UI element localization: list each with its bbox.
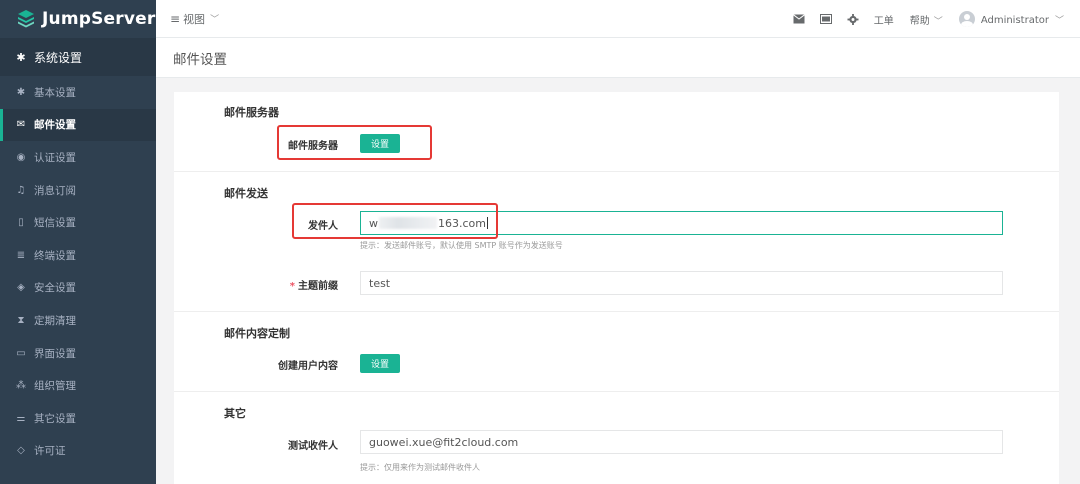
envelope-icon[interactable] [792,14,805,24]
chevron-down-icon: ﹀ [933,16,943,27]
sidebar-item-label: 终端设置 [34,249,76,262]
sidebar-item-label: 安全设置 [34,282,76,295]
section-title-mail-custom: 邮件内容定制 [224,327,290,340]
sidebar: JumpServer ✱ 系统设置 ✱ 基本设置 ✉ 邮件设置 ◉ 认证设置 ♫… [0,0,156,484]
sidebar-item-terminal[interactable]: ≣ 终端设置 [0,239,156,272]
sidebar-nav: ✱ 基本设置 ✉ 邮件设置 ◉ 认证设置 ♫ 消息订阅 ▯ 短信设置 ≣ 终端设… [0,76,156,467]
sidebar-item-basic[interactable]: ✱ 基本设置 [0,76,156,109]
section-title-other: 其它 [224,407,246,420]
sliders-icon: ⚌ [16,412,26,424]
test-recipient-value: guowei.xue@fit2cloud.com [369,435,519,449]
divider [174,311,1059,312]
sitemap-icon: ⁂ [16,380,26,392]
subject-prefix-label-text: 主题前缀 [298,281,338,292]
sidebar-item-other[interactable]: ⚌ 其它设置 [0,402,156,435]
tickets-link[interactable]: 工单 [874,12,894,27]
hourglass-icon: ⧗ [17,314,25,326]
envelope-icon: ✉ [16,119,26,131]
test-recipient-input[interactable]: guowei.xue@fit2cloud.com [360,430,1003,454]
sidebar-item-label: 定期清理 [34,314,76,327]
sidebar-section-system-settings[interactable]: ✱ 系统设置 [0,38,156,76]
sidebar-item-label: 其它设置 [34,412,76,425]
avatar[interactable] [958,11,975,27]
top-bar: ≡ 视图 ﹀ 工单 帮助 ﹀ Administrator ﹀ [156,0,1080,38]
sidebar-item-sms[interactable]: ▯ 短信设置 [0,206,156,239]
help-label: 帮助 [909,15,930,27]
chevron-down-icon: ﹀ [210,15,220,25]
sidebar-item-label: 短信设置 [34,217,76,230]
top-bar-actions: 工单 帮助 ﹀ Administrator ﹀ [792,0,1064,38]
terminal-icon: ≣ [16,249,26,261]
sidebar-item-organization[interactable]: ⁂ 组织管理 [0,369,156,402]
page-heading: 邮件设置 [156,38,1080,78]
subject-prefix-value: test [369,276,391,290]
sidebar-item-label: 界面设置 [34,347,76,360]
sidebar-item-interface[interactable]: ▭ 界面设置 [0,337,156,370]
annotation-box [277,125,432,160]
sidebar-item-label: 基本设置 [34,86,76,99]
required-mark: * [289,281,295,292]
annotation-box [292,203,498,239]
brand-name: JumpServer [42,9,156,29]
sidebar-item-auth[interactable]: ◉ 认证设置 [0,141,156,174]
terminal-icon[interactable] [819,14,832,24]
sidebar-item-label: 邮件设置 [34,119,76,132]
mobile-icon: ▯ [18,217,24,229]
section-title-mail-server: 邮件服务器 [224,106,279,119]
sidebar-item-label: 消息订阅 [34,184,76,197]
user-name-label: Administrator [980,14,1049,26]
laptop-icon: ▭ [16,347,26,359]
test-recipient-label: 测试收件人 [288,441,338,452]
create-user-content-label: 创建用户内容 [278,361,338,372]
page-title: 邮件设置 [173,51,227,68]
gear-icon: ✱ [16,50,26,64]
sidebar-item-security[interactable]: ◈ 安全设置 [0,272,156,305]
sidebar-item-license[interactable]: ◇ 许可证 [0,435,156,468]
view-menu[interactable]: ≡ 视图 ﹀ [170,11,219,27]
sidebar-item-label: 组织管理 [34,380,76,393]
gear-icon: ✱ [16,86,26,98]
sidebar-item-label: 认证设置 [34,151,76,164]
jumpserver-logo-icon [18,10,34,28]
sender-help-text: 提示：发送邮件账号，默认使用 SMTP 账号作为发送账号 [360,241,563,250]
shield-icon: ◈ [17,282,25,294]
subject-prefix-input[interactable]: test [360,271,1003,295]
sidebar-item-email[interactable]: ✉ 邮件设置 [0,108,156,142]
subject-prefix-label: * 主题前缀 [174,277,338,292]
sidebar-item-subscription[interactable]: ♫ 消息订阅 [0,174,156,207]
sidebar-item-cleanup[interactable]: ⧗ 定期清理 [0,304,156,337]
gear-icon[interactable] [847,13,859,25]
chevron-down-icon: ﹀ [1054,15,1064,26]
brand-logo[interactable]: JumpServer [0,0,156,38]
hamburger-icon: ≡ [170,11,181,26]
divider [174,391,1059,392]
help-menu[interactable]: 帮助 ﹀ [910,12,943,27]
sidebar-item-label: 许可证 [34,445,66,458]
view-menu-label: 视图 [183,12,206,26]
email-settings-form: 邮件服务器 邮件服务器 设置 邮件发送 发件人 w 163.com 提示：发送邮件… [174,92,1059,484]
create-user-content-settings-button[interactable]: 设置 [360,354,400,373]
section-title-mail-sending: 邮件发送 [224,187,268,200]
user-circle-icon: ◉ [16,151,26,163]
user-menu[interactable]: Administrator ﹀ [981,13,1064,26]
diamond-icon: ◇ [17,445,25,457]
divider [174,171,1059,172]
bell-icon: ♫ [16,184,26,196]
test-recipient-help-text: 提示：仅用来作为测试邮件收件人 [360,463,480,472]
sidebar-section-label: 系统设置 [34,50,83,65]
